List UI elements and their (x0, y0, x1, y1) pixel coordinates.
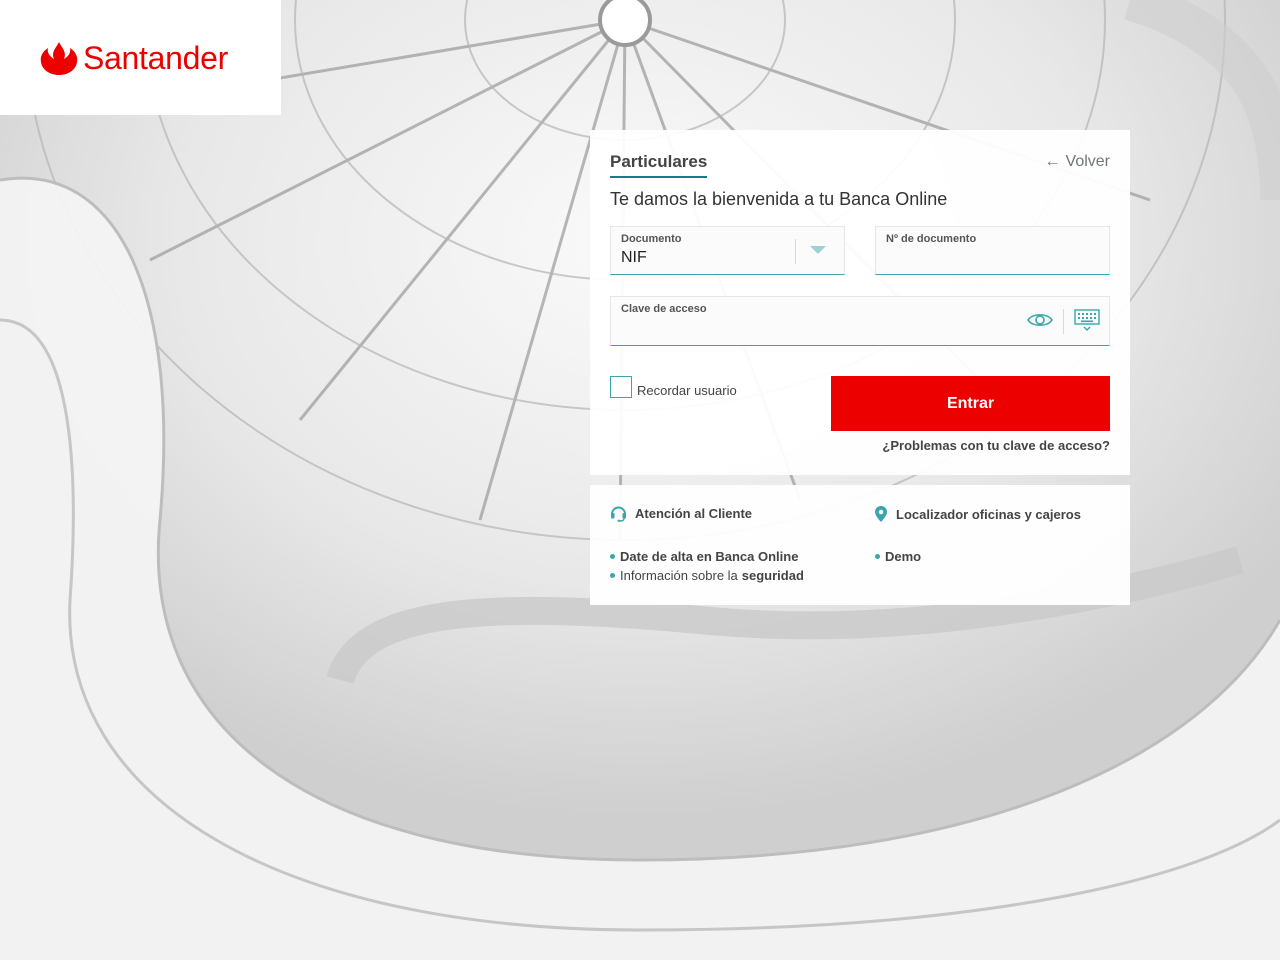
customer-care-link[interactable]: Atención al Cliente (610, 505, 752, 522)
document-type-select[interactable]: Documento NIF (610, 226, 845, 275)
document-number-label: Nº de documento (886, 233, 977, 245)
document-number-input[interactable]: Nº de documento (875, 226, 1110, 275)
document-type-label: Documento (621, 233, 682, 245)
brand-name: Santander (83, 40, 228, 76)
security-info-prefix: Información sobre la (620, 568, 738, 583)
demo-label: Demo (885, 549, 922, 564)
welcome-heading: Te damos la bienvenida a tu Banca Online (610, 189, 948, 209)
remember-user-label: Recordar usuario (637, 383, 737, 398)
divider (1063, 309, 1064, 334)
tab-particulares[interactable]: Particulares (610, 152, 708, 178)
forgot-password-link[interactable]: ¿Problemas con tu clave de acceso? (882, 438, 1110, 453)
remember-user[interactable]: Recordar usuario (610, 376, 737, 398)
security-info-bold: seguridad (741, 568, 804, 583)
santander-flame-icon (40, 42, 78, 75)
logo-box: Santander (0, 0, 281, 115)
virtual-keyboard-icon[interactable] (1073, 308, 1101, 332)
arrow-left-icon: ← (1044, 153, 1061, 170)
info-panel: Atención al Cliente Localizador oficinas… (590, 485, 1130, 605)
back-link[interactable]: ← Volver (1045, 153, 1110, 171)
bullet (610, 573, 615, 578)
enter-button[interactable]: Entrar (831, 376, 1110, 431)
password-input[interactable]: Clave de acceso (610, 296, 1110, 346)
back-label: Volver (1065, 153, 1110, 170)
remember-user-checkbox[interactable] (610, 376, 632, 398)
password-label: Clave de acceso (621, 303, 707, 315)
signup-link[interactable]: Date de alta en Banca Online (610, 549, 798, 564)
divider (795, 239, 796, 264)
bullet (875, 554, 880, 559)
security-info-link[interactable]: Información sobre la seguridad (610, 568, 804, 583)
map-pin-icon (875, 506, 887, 522)
branch-locator-link[interactable]: Localizador oficinas y cajeros (874, 505, 1081, 523)
document-type-value: NIF (621, 249, 647, 266)
signup-label: Date de alta en Banca Online (620, 549, 799, 564)
branch-locator-label: Localizador oficinas y cajeros (896, 506, 1081, 522)
headset-icon (611, 506, 626, 522)
customer-care-label: Atención al Cliente (635, 506, 753, 521)
demo-link[interactable]: Demo (875, 549, 921, 564)
bullet (610, 554, 615, 559)
chevron-down-icon[interactable] (810, 246, 826, 254)
login-panel: Particulares ← Volver Te damos la bienve… (590, 130, 1130, 475)
show-password-eye-icon[interactable] (1026, 310, 1054, 330)
santander-logo[interactable]: Santander (40, 40, 228, 76)
